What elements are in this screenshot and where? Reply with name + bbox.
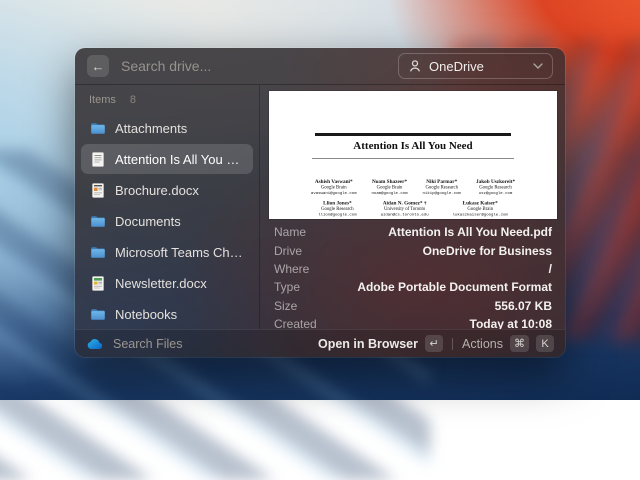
back-arrow-icon: ← — [92, 59, 105, 74]
drive-selector-dropdown[interactable]: OneDrive — [398, 53, 553, 79]
open-in-browser-label: Open in Browser — [318, 337, 418, 351]
author-email: llion@google.com — [318, 212, 356, 218]
author-email: aidan@cs.toronto.edu — [381, 212, 429, 218]
k-key-icon: K — [536, 335, 554, 352]
results-sidebar: Items 8 Attachments Attention Is All You… — [75, 85, 259, 329]
metadata-label: Size — [274, 299, 297, 313]
extension-name-label: Search Files — [113, 337, 182, 351]
actions-menu-button[interactable]: Actions ⌘ K — [462, 335, 554, 352]
pdf-authors-block: Ashish Vaswani* Google Brain avaswani@go… — [269, 179, 557, 219]
pdf-rule-thin — [312, 158, 514, 159]
detail-panel: Attention Is All You Need Ashish Vaswani… — [259, 85, 565, 329]
open-in-browser-button[interactable]: Open in Browser ↵ — [318, 335, 443, 352]
sidebar-item-attention-is-all-you-need-pdf[interactable]: Attention Is All You Need.pdf — [81, 144, 253, 174]
doc-brochure-icon — [89, 182, 106, 198]
pdf-preview-page: Attention Is All You Need Ashish Vaswani… — [269, 91, 557, 219]
metadata-label: Created — [274, 317, 317, 329]
enter-key-icon: ↵ — [425, 335, 443, 352]
doc-text-icon — [89, 151, 106, 167]
metadata-value: / — [549, 262, 552, 276]
sidebar-item-microsoft-teams-chat-files[interactable]: Microsoft Teams Chat Files — [81, 237, 253, 267]
metadata-value: Today at 10:08 — [470, 317, 552, 329]
author-column: Niki Parmar* Google Research nikip@googl… — [423, 179, 461, 196]
folder-icon — [89, 244, 106, 260]
pdf-rule-thick — [315, 133, 511, 136]
action-bar: Search Files Open in Browser ↵ Actions ⌘… — [75, 329, 565, 357]
metadata-value: OneDrive for Business — [423, 244, 552, 258]
meta-row-drive: Drive OneDrive for Business — [274, 241, 552, 259]
sidebar-item-attachments[interactable]: Attachments — [81, 113, 253, 143]
search-files-window: ← OneDrive Items 8 Attac — [75, 48, 565, 357]
person-icon — [408, 59, 422, 73]
author-email: usz@google.com — [476, 191, 515, 197]
onedrive-cloud-icon — [86, 338, 103, 350]
actions-label: Actions — [462, 337, 503, 351]
doc-newsletter-icon — [89, 275, 106, 291]
sidebar-item-brochure-docx[interactable]: Brochure.docx — [81, 175, 253, 205]
folder-icon — [89, 120, 106, 136]
metadata-label: Name — [274, 225, 306, 239]
metadata-label: Drive — [274, 244, 302, 258]
metadata-value: Adobe Portable Document Format — [357, 280, 552, 294]
folder-icon — [89, 306, 106, 322]
author-column: Noam Shazeer* Google Brain noam@google.c… — [372, 179, 408, 196]
authors-row-2: Llion Jones* Google Research llion@googl… — [269, 201, 557, 218]
meta-row-type: Type Adobe Portable Document Format — [274, 278, 552, 296]
main-content: Items 8 Attachments Attention Is All You… — [75, 85, 565, 329]
items-count: 8 — [130, 94, 136, 106]
author-column: Ashish Vaswani* Google Brain avaswani@go… — [311, 179, 357, 196]
author-column: Jakob Uszkoreit* Google Research usz@goo… — [476, 179, 515, 196]
folder-icon — [89, 213, 106, 229]
action-bar-right: Open in Browser ↵ Actions ⌘ K — [318, 335, 554, 352]
meta-row-created: Created Today at 10:08 — [274, 315, 552, 329]
sidebar-item-documents[interactable]: Documents — [81, 206, 253, 236]
meta-row-where: Where / — [274, 260, 552, 278]
meta-row-size: Size 556.07 KB — [274, 297, 552, 315]
author-column: Łukasz Kaiser* Google Brain lukaszkaiser… — [453, 201, 508, 218]
author-column: Llion Jones* Google Research llion@googl… — [318, 201, 356, 218]
search-input[interactable] — [119, 57, 388, 75]
pdf-paper-title: Attention Is All You Need — [269, 140, 557, 152]
metadata-value: Attention Is All You Need.pdf — [388, 225, 552, 239]
authors-row-1: Ashish Vaswani* Google Brain avaswani@go… — [269, 179, 557, 196]
metadata-label: Where — [274, 262, 309, 276]
items-section-header: Items 8 — [81, 89, 253, 113]
metadata-label: Type — [274, 280, 300, 294]
author-column: Aidan N. Gomez* † University of Toronto … — [381, 201, 429, 218]
chevron-down-icon — [533, 63, 543, 69]
meta-row-name: Name Attention Is All You Need.pdf — [274, 223, 552, 241]
file-preview: Attention Is All You Need Ashish Vaswani… — [260, 85, 565, 219]
sidebar-item-notebooks[interactable]: Notebooks — [81, 299, 253, 329]
author-email: avaswani@google.com — [311, 191, 357, 197]
sidebar-item-newsletter-docx[interactable]: Newsletter.docx — [81, 268, 253, 298]
action-bar-divider — [452, 338, 453, 350]
drive-selector-label: OneDrive — [429, 59, 484, 74]
metadata-value: 556.07 KB — [495, 299, 552, 313]
sidebar-list: Attachments Attention Is All You Need.pd… — [81, 113, 253, 329]
items-header-label: Items — [89, 94, 116, 106]
cmd-key-icon: ⌘ — [510, 335, 529, 352]
metadata-panel: Name Attention Is All You Need.pdf Drive… — [260, 219, 565, 329]
author-email: lukaszkaiser@google.com — [453, 212, 508, 218]
top-search-bar: ← OneDrive — [75, 48, 565, 85]
author-email: nikip@google.com — [423, 191, 461, 197]
back-button[interactable]: ← — [87, 55, 109, 77]
author-email: noam@google.com — [372, 191, 408, 197]
